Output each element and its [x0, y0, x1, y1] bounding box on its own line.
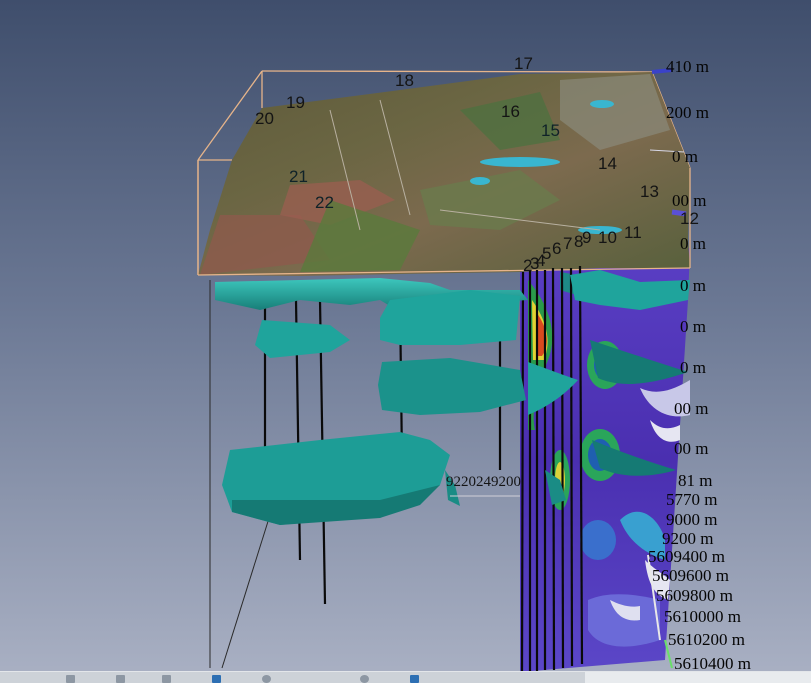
y-axis-label: 5770 m [666, 490, 718, 509]
3d-viewport[interactable]: 17 18 19 20 16 15 14 13 12 11 10 9 8 7 6… [0, 0, 811, 682]
y-axis-label: 5609800 m [656, 586, 733, 605]
drillhole-label: 21 [289, 167, 308, 186]
z-axis-label: 0 m [680, 234, 706, 253]
z-axis-label: 0 m [680, 358, 706, 377]
status-area [585, 672, 811, 683]
drillhole-label: 13 [640, 182, 659, 201]
drillhole-label: 19 [286, 93, 305, 112]
z-axis-label: 200 m [666, 103, 709, 122]
drillhole-label: 17 [514, 54, 533, 73]
drillhole-label: 16 [501, 102, 520, 121]
z-axis-label: 00 m [674, 439, 709, 458]
drillhole-label: 12 [680, 209, 699, 228]
drillhole-label: 22 [315, 193, 334, 212]
z-axis-label: 0 m [680, 276, 706, 295]
drillhole-label: 7 [563, 234, 573, 253]
x-axis-label: 9220249200 [446, 474, 521, 490]
z-axis-label: 00 m [672, 191, 707, 210]
z-axis-label: 0 m [672, 147, 698, 166]
drillhole-label: 14 [598, 154, 617, 173]
y-axis-label: 5609400 m [648, 547, 725, 566]
y-axis-label: 5609600 m [652, 566, 729, 585]
bottom-toolbar [0, 671, 811, 683]
y-axis-label: 5610400 m [674, 654, 751, 673]
y-axis-label: 5610000 m [664, 607, 741, 626]
drillhole-label: 18 [395, 71, 414, 90]
y-axis-label: 81 m [678, 471, 713, 490]
drillhole-label: 2 [523, 256, 533, 275]
drillhole-label: 10 [598, 228, 617, 247]
drillhole-label: 15 [541, 121, 560, 140]
y-axis-label: 9000 m [666, 510, 718, 529]
y-axis-label: 5610200 m [668, 630, 745, 649]
y-axis-label: 9200 m [662, 529, 714, 548]
drillhole-label: 11 [624, 223, 642, 242]
drillhole-label: 8 [574, 232, 584, 251]
z-axis-label: 0 m [680, 317, 706, 336]
z-axis-label: 00 m [674, 399, 709, 418]
drillhole-label: 20 [255, 109, 274, 128]
z-axis-label: 410 m [666, 57, 709, 76]
drillhole-label: 6 [552, 239, 562, 258]
